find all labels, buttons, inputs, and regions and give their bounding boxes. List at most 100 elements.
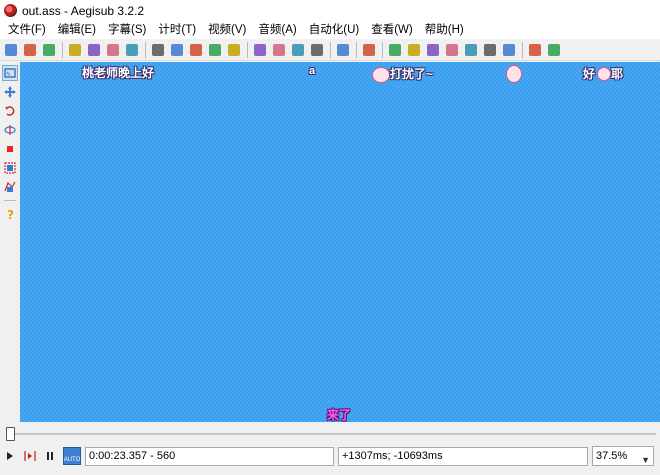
sidebar-separator [3,200,16,201]
menu-file[interactable]: 文件(F) [2,21,52,39]
video-controls-bar: AUTO 0:00:23.357 - 560 +1307ms; -10693ms… [0,444,660,468]
rotate-z-tool-button[interactable] [2,103,18,119]
zoom-out-icon [107,43,119,56]
menu-automation[interactable]: 自动化(U) [303,21,365,39]
svg-text:?: ? [7,208,14,220]
properties-icon [273,43,285,56]
new-file-button[interactable] [2,41,20,59]
auto-scroll-toggle[interactable]: AUTO [63,447,81,465]
chevron-down-icon: ▼ [641,455,650,465]
current-time-frame-field[interactable]: 0:00:23.357 - 560 [85,446,334,466]
help-button[interactable]: ? [2,206,18,222]
assistant-button[interactable] [360,41,378,59]
new-file-icon [5,43,17,56]
rectangular-clip-icon [3,162,16,174]
play-button[interactable] [0,446,20,466]
standard-tool-button[interactable]: ✎ [1,65,18,81]
rotate-xy-icon [3,125,16,135]
video-frame-button[interactable] [187,41,205,59]
automation-icon [337,43,349,56]
resample-icon [484,43,496,56]
video-grid-button[interactable] [225,41,243,59]
subtitle-top-right: 好 [583,67,596,81]
window-title: out.ass - Aegisub 3.2.2 [22,3,145,18]
rotate-z-icon [4,106,14,116]
toolbar-separator [330,41,331,58]
jump-to-video-button[interactable] [66,41,84,59]
translation-assistant-button[interactable] [424,41,442,59]
keyframes-button[interactable] [206,41,224,59]
menu-subtitle[interactable]: 字幕(S) [102,21,152,39]
svg-text:✎: ✎ [6,71,11,78]
timer-button[interactable] [462,41,480,59]
timing-post-processor-button[interactable] [386,41,404,59]
video-frame-icon [190,43,202,56]
scale-tool-button[interactable] [2,141,18,157]
menu-edit[interactable]: 编辑(E) [52,21,102,39]
subtitle-bottom: 来了 [327,408,352,422]
menu-video[interactable]: 视频(V) [202,21,252,39]
scale-icon [6,146,13,152]
toggle-tags-button[interactable] [545,41,563,59]
toolbar-separator [382,41,383,58]
save-file-button[interactable] [40,41,58,59]
kanji-timer-button[interactable] [405,41,423,59]
help-question-icon: ? [7,208,14,220]
styles-manager-button[interactable] [251,41,269,59]
menu-timing[interactable]: 计时(T) [152,21,202,39]
play-line-icon [24,451,36,461]
styles-manager-icon [254,43,266,56]
properties-button[interactable] [270,41,288,59]
subtitle-top-center: a [309,65,316,77]
menu-bar: 文件(F) 编辑(E) 字幕(S) 计时(T) 视频(V) 音频(A) 自动化(… [0,21,660,39]
options-button[interactable] [526,41,544,59]
options-icon [529,43,541,56]
snap-button[interactable] [123,41,141,59]
timer-icon [465,43,477,56]
fonts-collector-button[interactable] [308,41,326,59]
open-file-button[interactable] [21,41,39,59]
open-subtitle-button[interactable] [149,41,167,59]
select-lines-icon [446,43,458,56]
timing-post-processor-icon [389,43,401,56]
cat-sticker-left [372,67,390,83]
toolbar-separator [356,41,357,58]
automation-button[interactable] [334,41,352,59]
translation-assistant-icon [427,43,439,56]
attachments-icon [292,43,304,56]
line-offset-field: +1307ms; -10693ms [338,446,588,466]
subtitle-top-left: 桃老师晚上好 [82,66,155,80]
character-sticker [506,65,522,83]
menu-view[interactable]: 查看(W) [365,21,419,39]
attachments-button[interactable] [289,41,307,59]
main-toolbar [0,39,660,61]
kanji-timer-icon [408,43,420,56]
video-grid-icon [228,43,240,56]
close-subtitle-button[interactable] [168,41,186,59]
select-lines-button[interactable] [443,41,461,59]
menu-audio[interactable]: 音频(A) [252,21,302,39]
assistant-icon [363,43,375,56]
resample-button[interactable] [481,41,499,59]
pause-button[interactable] [40,446,60,466]
play-icon [7,452,13,460]
open-subtitle-icon [152,43,164,56]
zoom-out-button[interactable] [104,41,122,59]
menu-help[interactable]: 帮助(H) [419,21,470,39]
vector-clip-tool-button[interactable] [2,179,18,195]
open-file-icon [24,43,36,56]
zoom-in-button[interactable] [85,41,103,59]
video-tools-sidebar: ✎ ? [0,62,19,422]
zoom-select[interactable]: 37.5% ▼ [592,446,654,466]
video-display[interactable]: 桃老师晚上好 a 打扰了~ 好 耶 来了 [20,62,660,422]
video-seek-bar[interactable] [0,424,660,442]
standard-tool-icon: ✎ [3,68,16,78]
clip-tool-button[interactable] [2,160,18,176]
drag-tool-button[interactable] [2,84,18,100]
play-line-button[interactable] [20,446,40,466]
seek-slider-thumb[interactable] [6,427,15,441]
subtitle-top-mid-right: 打扰了~ [390,67,434,81]
spell-check-button[interactable] [500,41,518,59]
subtitle-top-right-tail: 耶 [611,67,624,81]
rotate-xy-tool-button[interactable] [2,122,18,138]
